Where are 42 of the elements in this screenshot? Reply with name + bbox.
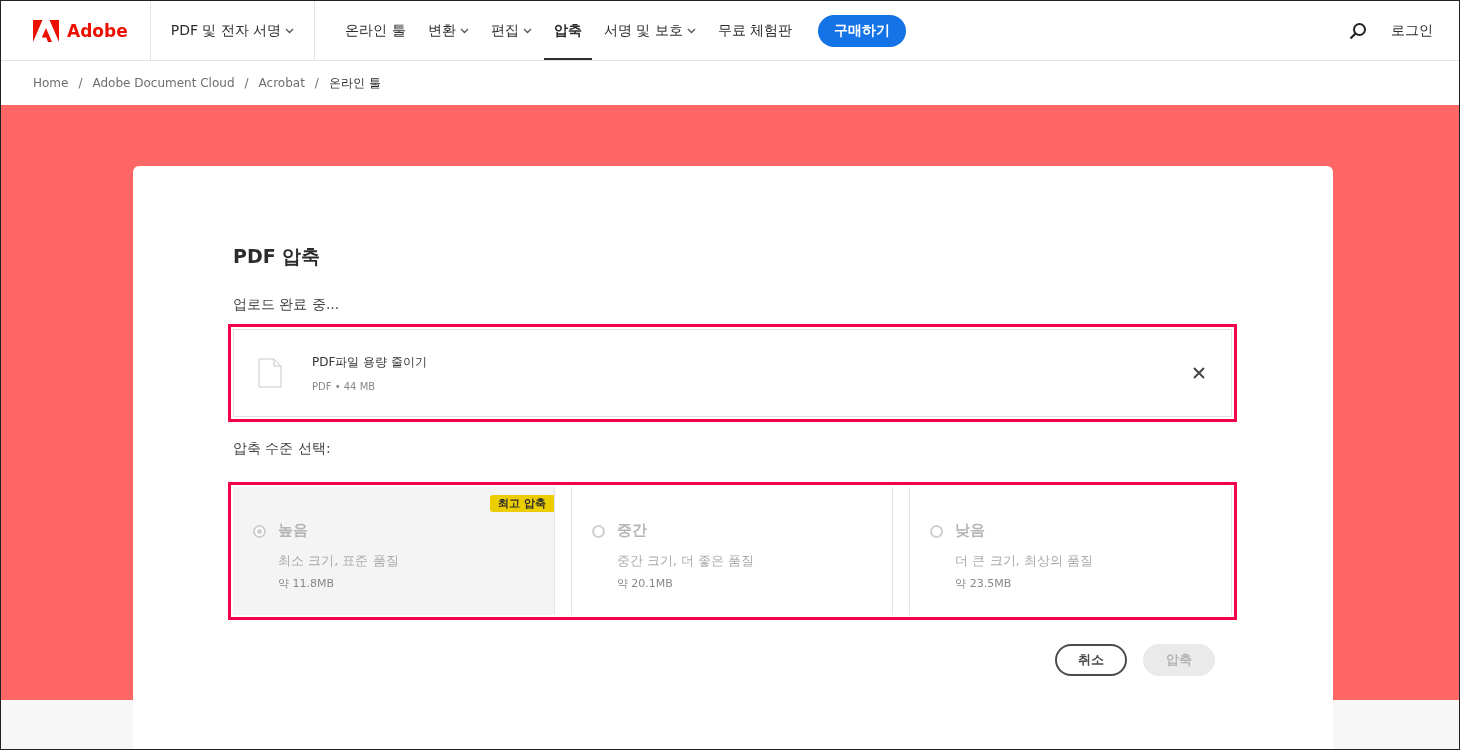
- nav-item[interactable]: 서명 및 보호: [593, 1, 706, 60]
- option-label: 낮음: [955, 521, 987, 540]
- close-button[interactable]: [1191, 365, 1207, 381]
- nav-item[interactable]: 온라인 툴: [335, 1, 416, 60]
- level-prompt: 압축 수준 선택:: [233, 440, 332, 458]
- option-label: 중간: [616, 521, 648, 540]
- radio-button[interactable]: [591, 525, 605, 538]
- card-title: PDF 압축: [233, 244, 322, 269]
- login-link[interactable]: 로그인: [1391, 21, 1433, 40]
- breadcrumb-separator: /: [78, 76, 83, 90]
- radio-button[interactable]: [253, 525, 266, 538]
- option-size: 약 20.1MB: [616, 576, 674, 591]
- option-description: 더 큰 크기, 최상의 품질: [955, 552, 1093, 570]
- logo-text[interactable]: Adobe: [67, 20, 128, 41]
- breadcrumb-link[interactable]: Home: [33, 76, 69, 90]
- file-icon: [258, 358, 282, 388]
- compression-option[interactable]: 높음 최소 크기, 표준 품질 약 11.8MB 최고 압축: [233, 487, 555, 615]
- buy-button[interactable]: 구매하기: [818, 14, 907, 47]
- breadcrumb-separator: /: [314, 76, 319, 90]
- option-label: 높음: [278, 521, 309, 540]
- upload-status: 업로드 완료 중...: [233, 296, 341, 314]
- compression-option[interactable]: 중간 중간 크기, 더 좋은 품질 약 20.1MB: [570, 487, 894, 615]
- breadcrumb-link[interactable]: Adobe Document Cloud: [92, 76, 235, 90]
- breadcrumb-link[interactable]: 온라인 툴: [328, 74, 381, 92]
- breadcrumb-link[interactable]: Acrobat: [258, 76, 305, 90]
- nav-item[interactable]: 변환: [417, 1, 479, 60]
- nav-item[interactable]: 무료 체험판: [707, 1, 803, 60]
- breadcrumb-separator: /: [244, 76, 249, 90]
- search-icon[interactable]: [1349, 21, 1367, 40]
- option-size: 약 23.5MB: [955, 576, 1013, 591]
- option-description: 중간 크기, 더 좋은 품질: [616, 552, 755, 570]
- option-size: 약 11.8MB: [278, 576, 336, 591]
- product-menu[interactable]: PDF 및 전자 서명: [150, 1, 316, 60]
- file-meta: PDF • 44 MB: [312, 381, 377, 392]
- radio-button[interactable]: [930, 525, 944, 538]
- option-badge: 최고 압축: [489, 495, 554, 512]
- option-description: 최소 크기, 표준 품질: [278, 552, 399, 570]
- action-button[interactable]: 취소: [1055, 644, 1127, 676]
- compression-option[interactable]: 낮음 더 큰 크기, 최상의 품질 약 23.5MB: [909, 487, 1232, 615]
- file-name: PDF파일 용량 줄이기: [312, 354, 428, 371]
- logo-icon: [33, 19, 59, 42]
- nav-item[interactable]: 편집: [480, 1, 542, 60]
